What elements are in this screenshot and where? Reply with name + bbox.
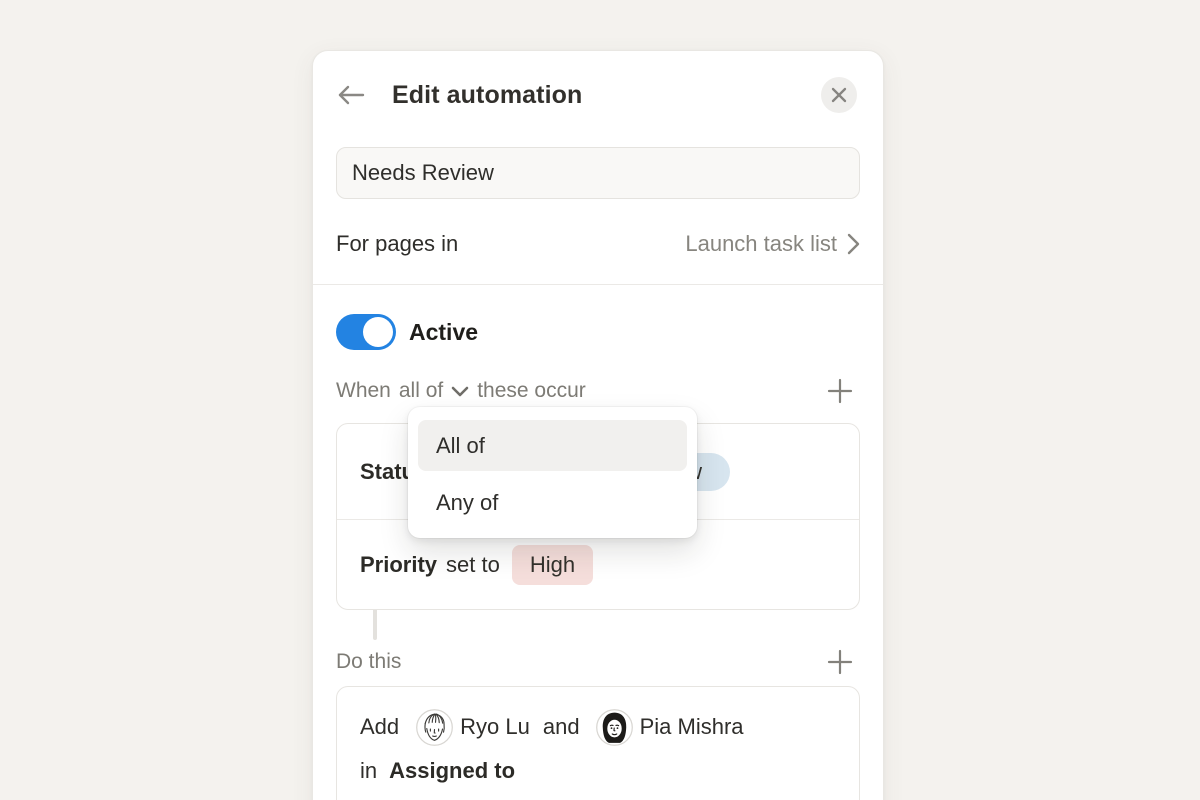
active-toggle[interactable] [336,314,396,350]
scope-value: Launch task list [685,231,837,257]
dropdown-option-any-of[interactable]: Any of [418,477,687,528]
edit-automation-dialog: Edit automation For pages in Launch task… [312,50,884,800]
condition-mode-dropdown-menu: All of Any of [408,407,697,538]
back-arrow-icon [337,84,365,106]
scope-label: For pages in [336,231,458,257]
dialog-header: Edit automation [336,77,860,113]
chevron-down-icon [451,386,469,397]
action-section-label: Do this [336,650,401,674]
condition-mode-dropdown-trigger[interactable]: all of [399,379,469,403]
priority-value-pill: High [512,545,593,585]
trigger-suffix: these occur [477,379,586,403]
action-line-1: Add [360,705,836,749]
active-row: Active [336,314,860,350]
action-line-2: in Assigned to [360,749,836,793]
action-field: Assigned to [389,758,515,784]
condition-property: Priority [360,552,437,578]
plus-icon [827,378,853,404]
automation-name-input[interactable] [336,147,860,199]
dropdown-option-all-of[interactable]: All of [418,420,687,471]
page-title: Edit automation [392,81,582,110]
condition-verb: set to [446,552,500,578]
active-label: Active [409,319,478,346]
person-name: Pia Mishra [640,714,744,740]
trigger-section-header: When all of these occur [336,376,860,406]
avatar-ryo-lu [416,709,453,746]
action-section-header: Do this [336,647,860,677]
close-icon [831,87,847,103]
chevron-right-icon [847,233,860,255]
back-button[interactable] [336,80,366,110]
plus-icon [827,649,853,675]
action-verb: Add [360,714,399,740]
close-button[interactable] [821,77,857,113]
trigger-prefix: When [336,379,391,403]
add-trigger-button[interactable] [826,377,854,405]
avatar-pia-mishra [596,709,633,746]
flow-connector-line [373,610,377,640]
scope-picker[interactable]: Launch task list [685,231,860,257]
condition-mode-value: all of [399,379,443,403]
add-action-button[interactable] [826,648,854,676]
toggle-knob [363,317,393,347]
header-divider [313,284,883,285]
person-name: Ryo Lu [460,714,530,740]
scope-row: For pages in Launch task list [336,229,860,259]
action-box[interactable]: Add [336,686,860,800]
action-conjunction: and [543,714,580,740]
action-preposition: in [360,758,377,784]
